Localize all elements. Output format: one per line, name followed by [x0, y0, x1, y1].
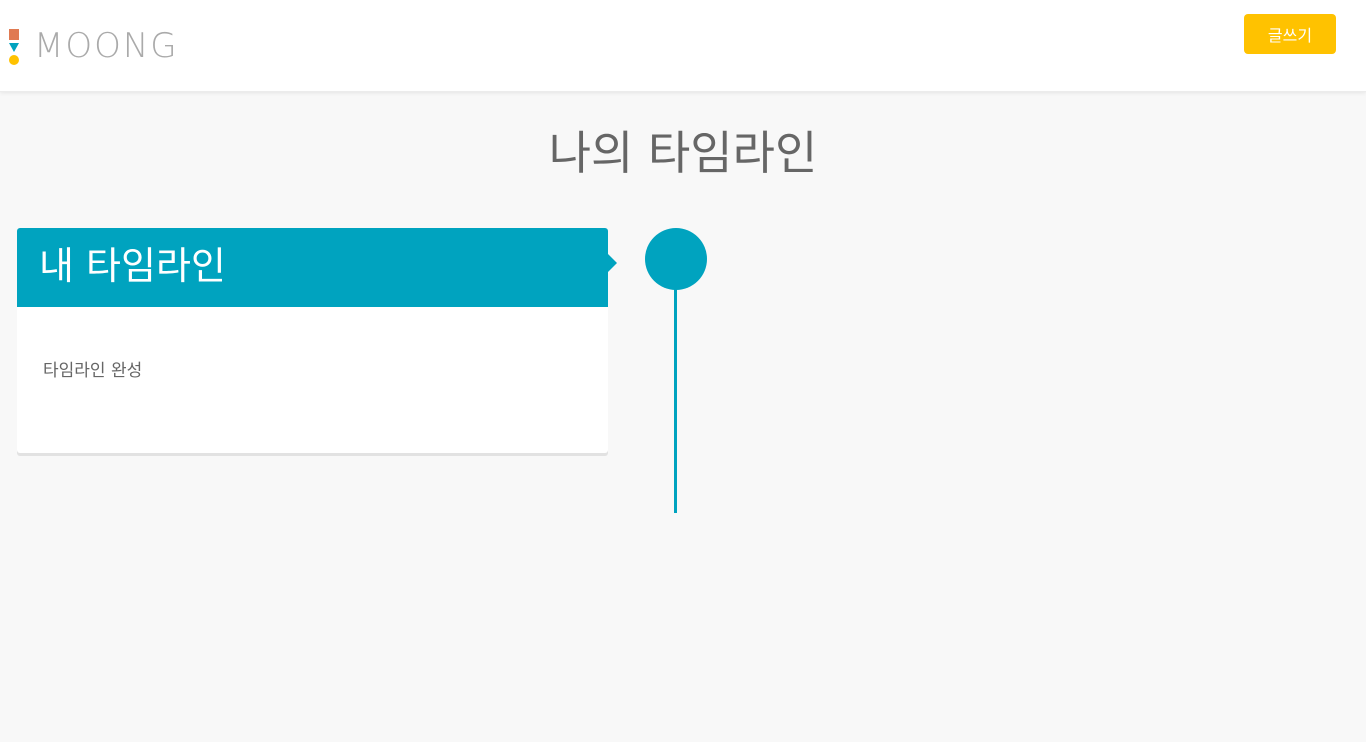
logo[interactable]: MOONG	[8, 26, 179, 66]
timeline-card: 내 타임라인 타임라인 완성	[17, 228, 617, 453]
logo-dot-icon	[9, 55, 19, 65]
logo-text: MOONG	[34, 26, 179, 66]
logo-mark-icon	[8, 28, 20, 65]
page-title: 나의 타임라인	[548, 126, 818, 180]
write-button[interactable]: 글쓰기	[1244, 14, 1336, 54]
timeline-node-dot	[645, 228, 707, 290]
logo-triangle-icon	[9, 43, 19, 52]
logo-square-icon	[9, 29, 19, 40]
top-header: MOONG 글쓰기	[0, 0, 1366, 92]
timeline-card-content: 타임라인 완성	[43, 361, 143, 381]
card-pointer-arrow-icon	[608, 254, 617, 272]
timeline-card-body: 타임라인 완성	[17, 307, 608, 450]
timeline-vertical-line	[674, 288, 677, 513]
timeline-card-title: 내 타임라인	[39, 244, 226, 288]
timeline-card-header: 내 타임라인	[17, 228, 617, 307]
